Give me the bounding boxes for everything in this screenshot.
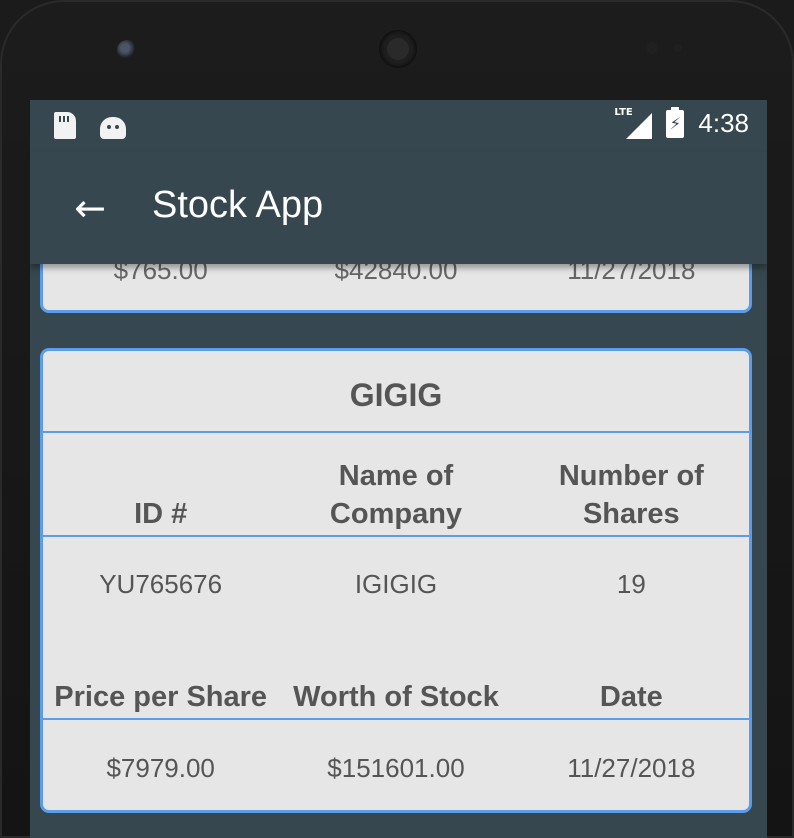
header-row-bottom: Price per Share Worth of Stock Date — [43, 631, 749, 720]
status-bar: LTE ⚡ 4:38 — [30, 100, 767, 152]
price-value: $7979.00 — [106, 752, 215, 783]
values-row-top: YU765676 IGIGIG 19 — [43, 537, 749, 631]
company-header: Name of Company — [329, 460, 463, 530]
earpiece-speaker — [379, 30, 417, 68]
worth-header: Worth of Stock — [293, 681, 499, 713]
id-value: YU765676 — [99, 568, 223, 599]
app-title: Stock App — [152, 184, 324, 226]
phone-frame: $765.00 $42840.00 11/27/2018 GIGIG ID # … — [0, 0, 794, 838]
front-camera-icon — [117, 40, 137, 60]
date-header: Date — [599, 681, 663, 713]
card-title: GIGIG — [43, 351, 749, 433]
header-row-top: ID # Name of Company Number of Shares — [43, 433, 749, 537]
lte-signal-icon: LTE — [614, 107, 653, 139]
worth-value: $151601.00 — [327, 752, 465, 783]
date-value: 11/27/2018 — [567, 752, 696, 783]
values-row-bottom: $7979.00 $151601.00 11/27/2018 — [43, 720, 749, 816]
proximity-sensor — [646, 42, 658, 54]
sd-card-icon — [54, 112, 76, 139]
company-value: IGIGIG — [354, 568, 438, 599]
app-bar: ← Stock App — [30, 152, 767, 264]
status-time: 4:38 — [698, 108, 749, 138]
arrow-left-icon[interactable]: ← — [64, 182, 116, 234]
id-header: ID # — [134, 498, 188, 530]
stock-card[interactable]: GIGIG ID # Name of Company Number of Sha… — [40, 348, 752, 813]
price-header: Price per Share — [54, 681, 268, 713]
light-sensor — [674, 44, 682, 52]
shares-header: Number of Shares — [558, 460, 704, 530]
shares-value: 19 — [616, 568, 646, 599]
battery-charging-icon: ⚡ — [666, 106, 685, 138]
android-icon — [100, 116, 126, 139]
screen: $765.00 $42840.00 11/27/2018 GIGIG ID # … — [30, 100, 767, 838]
